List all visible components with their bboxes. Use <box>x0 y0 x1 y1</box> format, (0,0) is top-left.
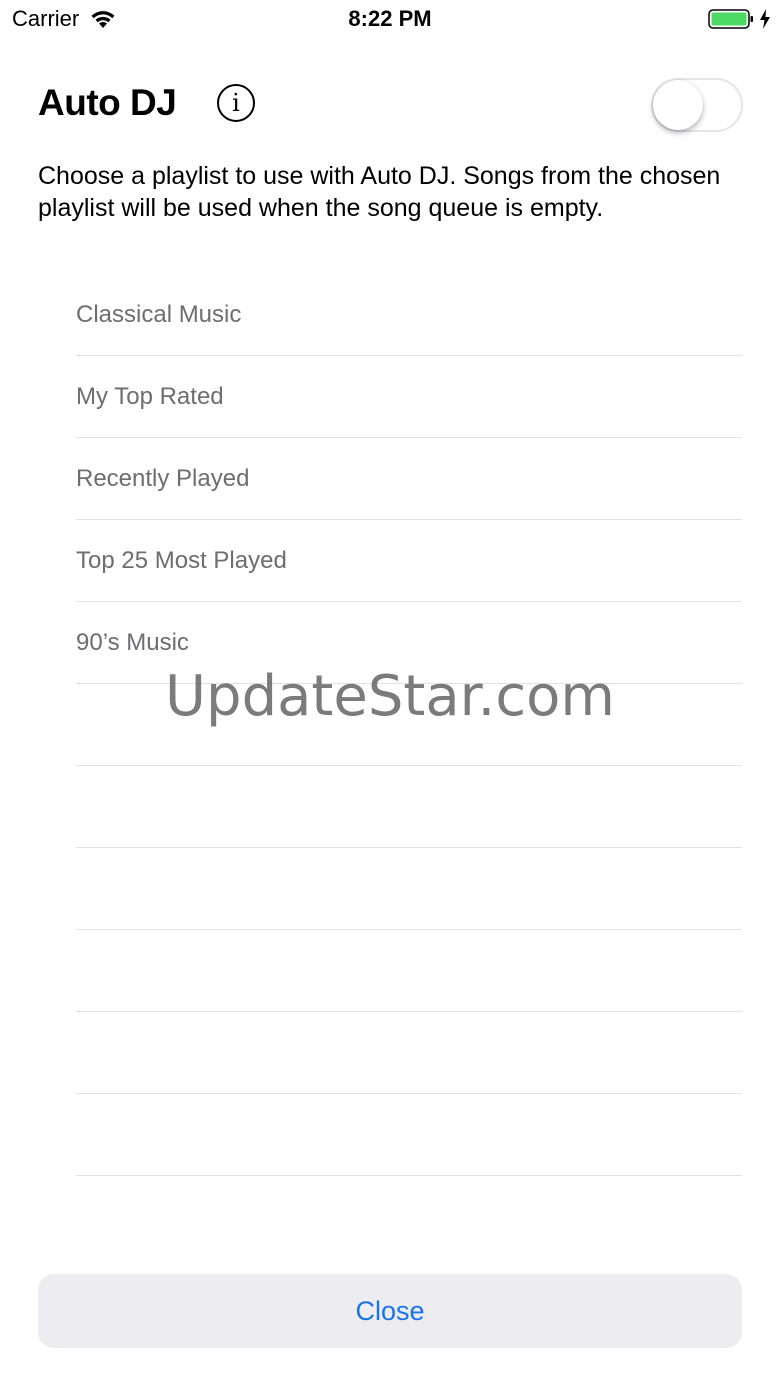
auto-dj-description: Choose a playlist to use with Auto DJ. S… <box>38 162 721 222</box>
playlist-item-classical-music[interactable]: Classical Music <box>76 274 742 356</box>
playlist-list: Classical Music My Top Rated Recently Pl… <box>76 274 742 1176</box>
status-time: 8:22 PM <box>348 6 432 31</box>
playlist-item-top-25-most-played[interactable]: Top 25 Most Played <box>76 520 742 602</box>
close-button[interactable]: Close <box>38 1274 742 1348</box>
battery-full-icon <box>708 8 754 30</box>
empty-list-row <box>76 1094 742 1176</box>
page-title: Auto DJ <box>38 82 177 123</box>
empty-list-row <box>76 930 742 1012</box>
status-bar: Carrier 8:22 PM <box>0 0 780 40</box>
auto-dj-toggle[interactable] <box>651 78 743 132</box>
empty-list-row <box>76 766 742 848</box>
charging-bolt-icon <box>758 8 772 30</box>
info-glyph: i <box>232 89 240 117</box>
info-circle-icon[interactable]: i <box>217 84 255 122</box>
playlist-item-90s-music[interactable]: 90’s Music <box>76 602 742 684</box>
playlist-item-my-top-rated[interactable]: My Top Rated <box>76 356 742 438</box>
auto-dj-header: Auto DJ i <box>38 78 748 138</box>
empty-list-row <box>76 684 742 766</box>
status-right <box>708 8 772 30</box>
toggle-knob <box>653 80 703 130</box>
empty-list-row <box>76 848 742 930</box>
empty-list-row <box>76 1012 742 1094</box>
playlist-item-recently-played[interactable]: Recently Played <box>76 438 742 520</box>
